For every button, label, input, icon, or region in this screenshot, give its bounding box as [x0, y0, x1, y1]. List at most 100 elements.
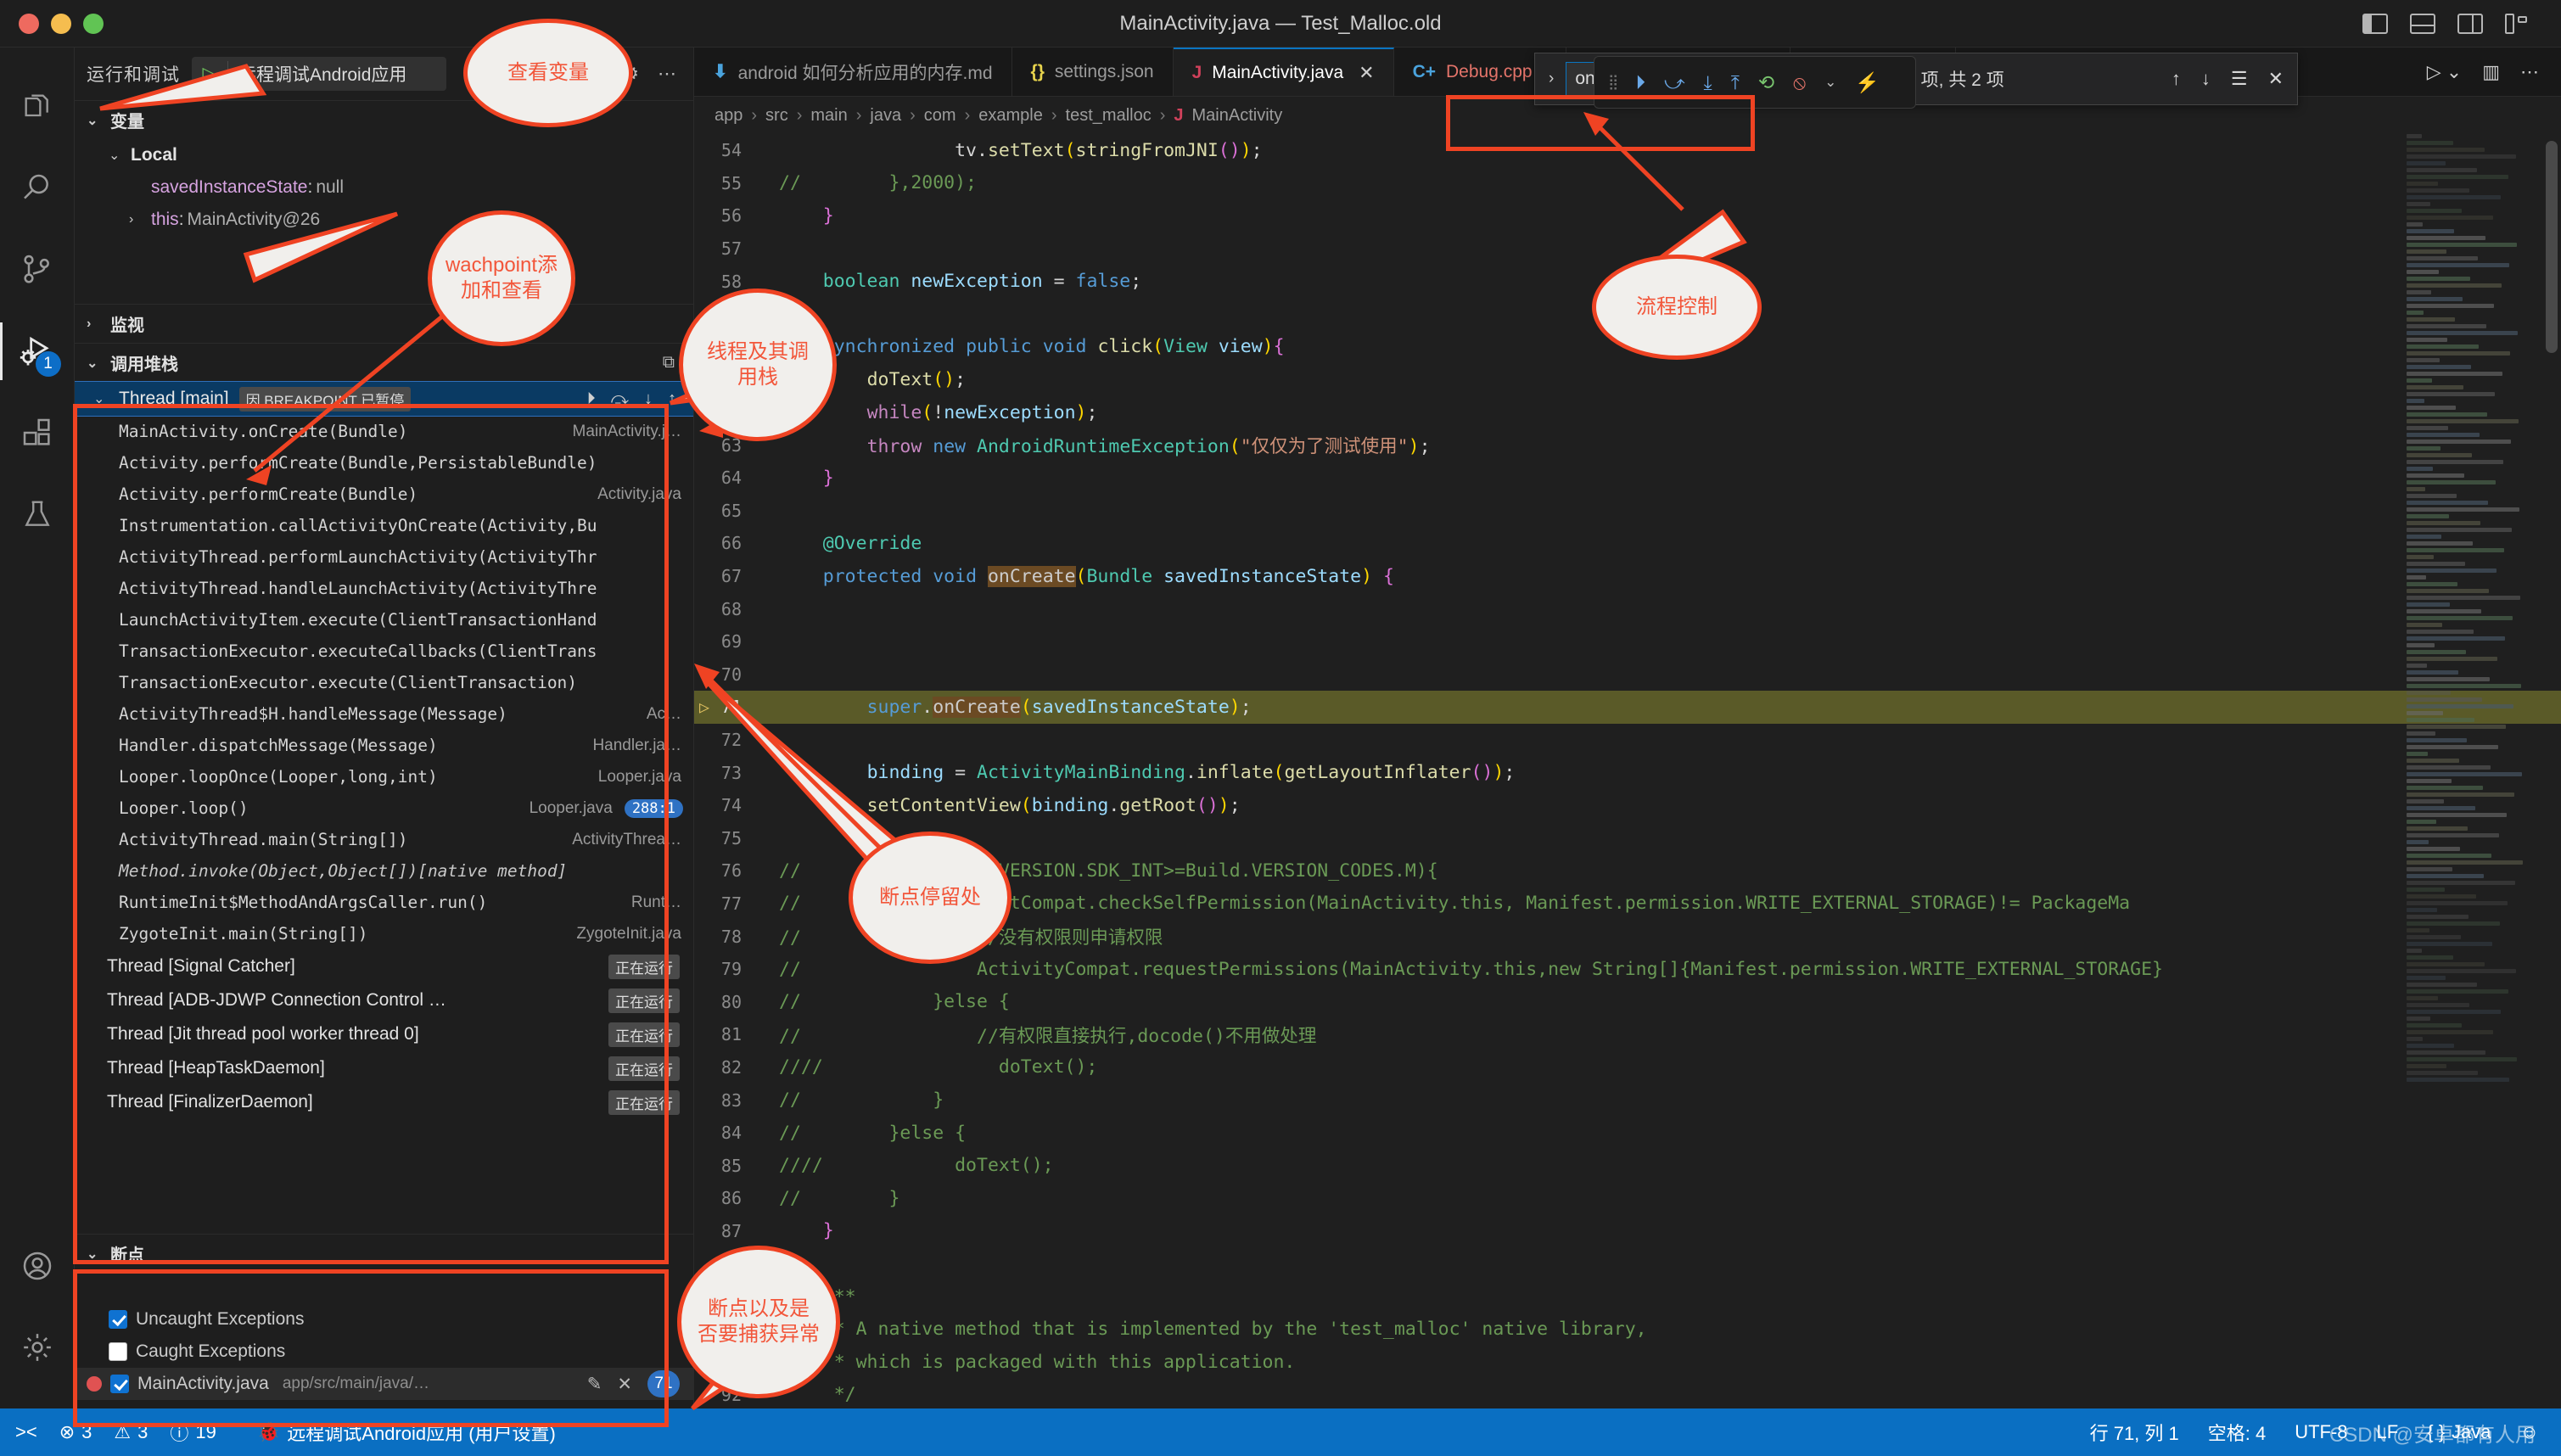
code-line[interactable]: 65	[694, 495, 2561, 528]
step-out-icon[interactable]: ↑	[668, 389, 676, 409]
stack-frame-row[interactable]: ActivityThread.main(String[]) ActivityThr…	[75, 824, 693, 855]
code-line[interactable]: 64 }	[694, 462, 2561, 495]
code-line[interactable]: 89 /**	[694, 1280, 2561, 1313]
checkbox-checked-icon[interactable]	[109, 1310, 127, 1329]
checkbox-unchecked-icon[interactable]	[109, 1342, 127, 1361]
stack-frame-row[interactable]: Instrumentation.callActivityOnCreate(Act…	[75, 510, 693, 541]
stack-frame-row[interactable]: Method.invoke(Object,Object[])[native me…	[75, 855, 693, 887]
breakpoint-uncaught-exceptions[interactable]: Uncaught Exceptions	[75, 1303, 693, 1336]
next-match-icon[interactable]: ↓	[2201, 68, 2211, 90]
activity-search[interactable]	[0, 148, 75, 229]
breakpoint-caught-exceptions[interactable]: Caught Exceptions	[75, 1336, 693, 1368]
code-line[interactable]: 56 }	[694, 199, 2561, 232]
code-line[interactable]: 90 * A native method that is implemented…	[694, 1313, 2561, 1346]
code-line[interactable]: 66 @Override	[694, 527, 2561, 560]
code-line[interactable]: 54 tv.setText(stringFromJNI());	[694, 134, 2561, 167]
step-over-icon[interactable]: ⤻	[1664, 71, 1685, 94]
close-window-button[interactable]	[19, 13, 39, 34]
code-line[interactable]: 80 // }else {	[694, 985, 2561, 1018]
run-chevron-icon[interactable]: ▷ ⌄	[2427, 61, 2462, 83]
stack-frame-row[interactable]: Looper.loop() Looper.java 288:1	[75, 792, 693, 824]
remote-indicator-icon[interactable]: ><	[15, 1421, 37, 1443]
stack-frame-row[interactable]: TransactionExecutor.executeCallbacks(Cli…	[75, 636, 693, 667]
code-line[interactable]: 73 binding = ActivityMainBinding.inflate…	[694, 756, 2561, 789]
step-out-icon[interactable]: ⤒	[1731, 71, 1740, 94]
split-editor-icon[interactable]: ▥	[2482, 61, 2500, 83]
hot-reload-icon[interactable]: ⚡	[1855, 71, 1880, 94]
activity-bar[interactable]: 1	[0, 48, 75, 1408]
code-line[interactable]: 74 setContentView(binding.getRoot());	[694, 789, 2561, 822]
editor-tab[interactable]: {} settings.json	[1012, 48, 1174, 96]
step-over-icon[interactable]: ⤼	[611, 389, 629, 409]
continue-icon[interactable]: ⏵	[1635, 71, 1645, 94]
section-breakpoints[interactable]: ⌄ 断点	[75, 1234, 693, 1273]
step-into-icon[interactable]: ⤓	[1704, 71, 1712, 94]
activity-run-and-debug[interactable]: 1	[0, 311, 75, 392]
stack-frame-row[interactable]: Looper.loopOnce(Looper,long,int) Looper.j…	[75, 761, 693, 792]
stack-frame-row[interactable]: MainActivity.onCreate(Bundle) MainActivit…	[75, 416, 693, 447]
status-errors[interactable]: ⊗ 3	[59, 1421, 92, 1443]
thread-row[interactable]: Thread [ADB-JDWP Connection Control … 正在运…	[75, 983, 693, 1017]
code-line[interactable]: 86 // }	[694, 1182, 2561, 1215]
stack-frame-row[interactable]: TransactionExecutor.execute(ClientTransa…	[75, 667, 693, 698]
stack-frame-row[interactable]: ActivityThread$H.handleMessage(Message) A…	[75, 698, 693, 730]
thread-row-main[interactable]: ⌄ Thread [main] 因 BREAKPOINT 已暂停 ⏵ ⤼ ↓ ↑	[75, 381, 693, 417]
status-indentation[interactable]: 空格: 4	[2208, 1419, 2266, 1446]
code-line[interactable]: 91 * which is packaged with this applica…	[694, 1346, 2561, 1379]
code-line[interactable]: 61 doText();	[694, 363, 2561, 396]
thread-row[interactable]: Thread [FinalizerDaemon] 正在运行	[75, 1085, 693, 1119]
code-line[interactable]: 87 }	[694, 1215, 2561, 1248]
code-line[interactable]: 70	[694, 658, 2561, 692]
code-line[interactable]: 82 //// doText();	[694, 1051, 2561, 1084]
launch-config-selector[interactable]: ▷ 远程调试Android应用	[192, 57, 446, 91]
code-line[interactable]: 72	[694, 724, 2561, 757]
code-line[interactable]: 68	[694, 592, 2561, 625]
close-icon[interactable]: ✕	[2268, 68, 2284, 90]
code-line[interactable]: 55 // },2000);	[694, 167, 2561, 200]
activity-bar-bottom[interactable]	[0, 1225, 75, 1408]
code-line[interactable]: 69	[694, 625, 2561, 658]
code-line[interactable]: 63 throw new AndroidRuntimeException("仅仅…	[694, 428, 2561, 462]
drag-handle-icon[interactable]: ⣿	[1608, 74, 1619, 91]
disconnect-icon[interactable]: ⦸	[1793, 71, 1806, 94]
code-line[interactable]: 88	[694, 1247, 2561, 1280]
code-line[interactable]: 57	[694, 232, 2561, 266]
stack-frame-row[interactable]: ActivityThread.handleLaunchActivity(Acti…	[75, 573, 693, 604]
breadcrumb-item[interactable]: com	[924, 106, 956, 126]
restart-icon[interactable]: ⟲	[1758, 71, 1774, 94]
find-in-selection-icon[interactable]: ☰	[2231, 68, 2248, 90]
variables-scope-local[interactable]: ⌄ Local	[75, 139, 693, 171]
variable-row[interactable]: › this: MainActivity@26	[75, 204, 693, 236]
step-into-icon[interactable]: ↓	[644, 389, 653, 409]
code-line[interactable]: 92 */	[694, 1379, 2561, 1408]
activity-testing[interactable]	[0, 473, 75, 555]
chevron-right-icon[interactable]: ›	[129, 212, 144, 227]
stack-frame-row[interactable]: RuntimeInit$MethodAndArgsCaller.run() Run…	[75, 887, 693, 918]
breadcrumb-item[interactable]: MainActivity	[1192, 106, 1283, 126]
status-cursor-position[interactable]: 行 71, 列 1	[2090, 1419, 2179, 1446]
thread-row[interactable]: Thread [Signal Catcher] 正在运行	[75, 949, 693, 983]
breadcrumb-item[interactable]: test_malloc	[1066, 106, 1152, 126]
previous-match-icon[interactable]: ↑	[2172, 68, 2181, 90]
thread-step-controls[interactable]: ⏵ ⤼ ↓ ↑	[587, 389, 693, 409]
collapse-all-icon[interactable]: ⧉	[663, 353, 675, 372]
code-line[interactable]: 81 // //有权限直接执行,docode()不用做处理	[694, 1018, 2561, 1051]
code-line[interactable]: 62 while(!newException);	[694, 396, 2561, 429]
toggle-panel-icon[interactable]	[2410, 13, 2435, 34]
status-warnings[interactable]: ⚠ 3	[114, 1421, 148, 1443]
stack-frame-row[interactable]: Activity.performCreate(Bundle,Persistabl…	[75, 447, 693, 479]
stack-frame-row[interactable]: Handler.dispatchMessage(Message) Handler.…	[75, 730, 693, 761]
editor-tab-actions[interactable]: ▷ ⌄ ▥ ⋯	[2405, 48, 2561, 96]
status-bar[interactable]: >< ⊗ 3 ⚠ 3 ⓘ 19 🐞 远程调试Android应用 (用户设置) 行…	[0, 1408, 2561, 1456]
variable-row[interactable]: savedInstanceState: null	[75, 171, 693, 204]
activity-settings[interactable]	[0, 1307, 75, 1388]
checkbox-checked-icon[interactable]	[110, 1375, 129, 1393]
start-debugging-icon[interactable]: ▷	[192, 63, 227, 85]
code-line[interactable]: 67 protected void onCreate(Bundle savedI…	[694, 560, 2561, 593]
section-callstack[interactable]: ⌄ 调用堆栈 ⧉	[75, 343, 693, 382]
window-controls[interactable]	[0, 13, 104, 34]
activity-explorer[interactable]	[0, 66, 75, 148]
breakpoint-mainactivity[interactable]: MainActivity.java app/src/main/java/… ✎ …	[75, 1368, 693, 1400]
activity-extensions[interactable]	[0, 392, 75, 473]
thread-row[interactable]: Thread [Jit thread pool worker thread 0]…	[75, 1017, 693, 1051]
